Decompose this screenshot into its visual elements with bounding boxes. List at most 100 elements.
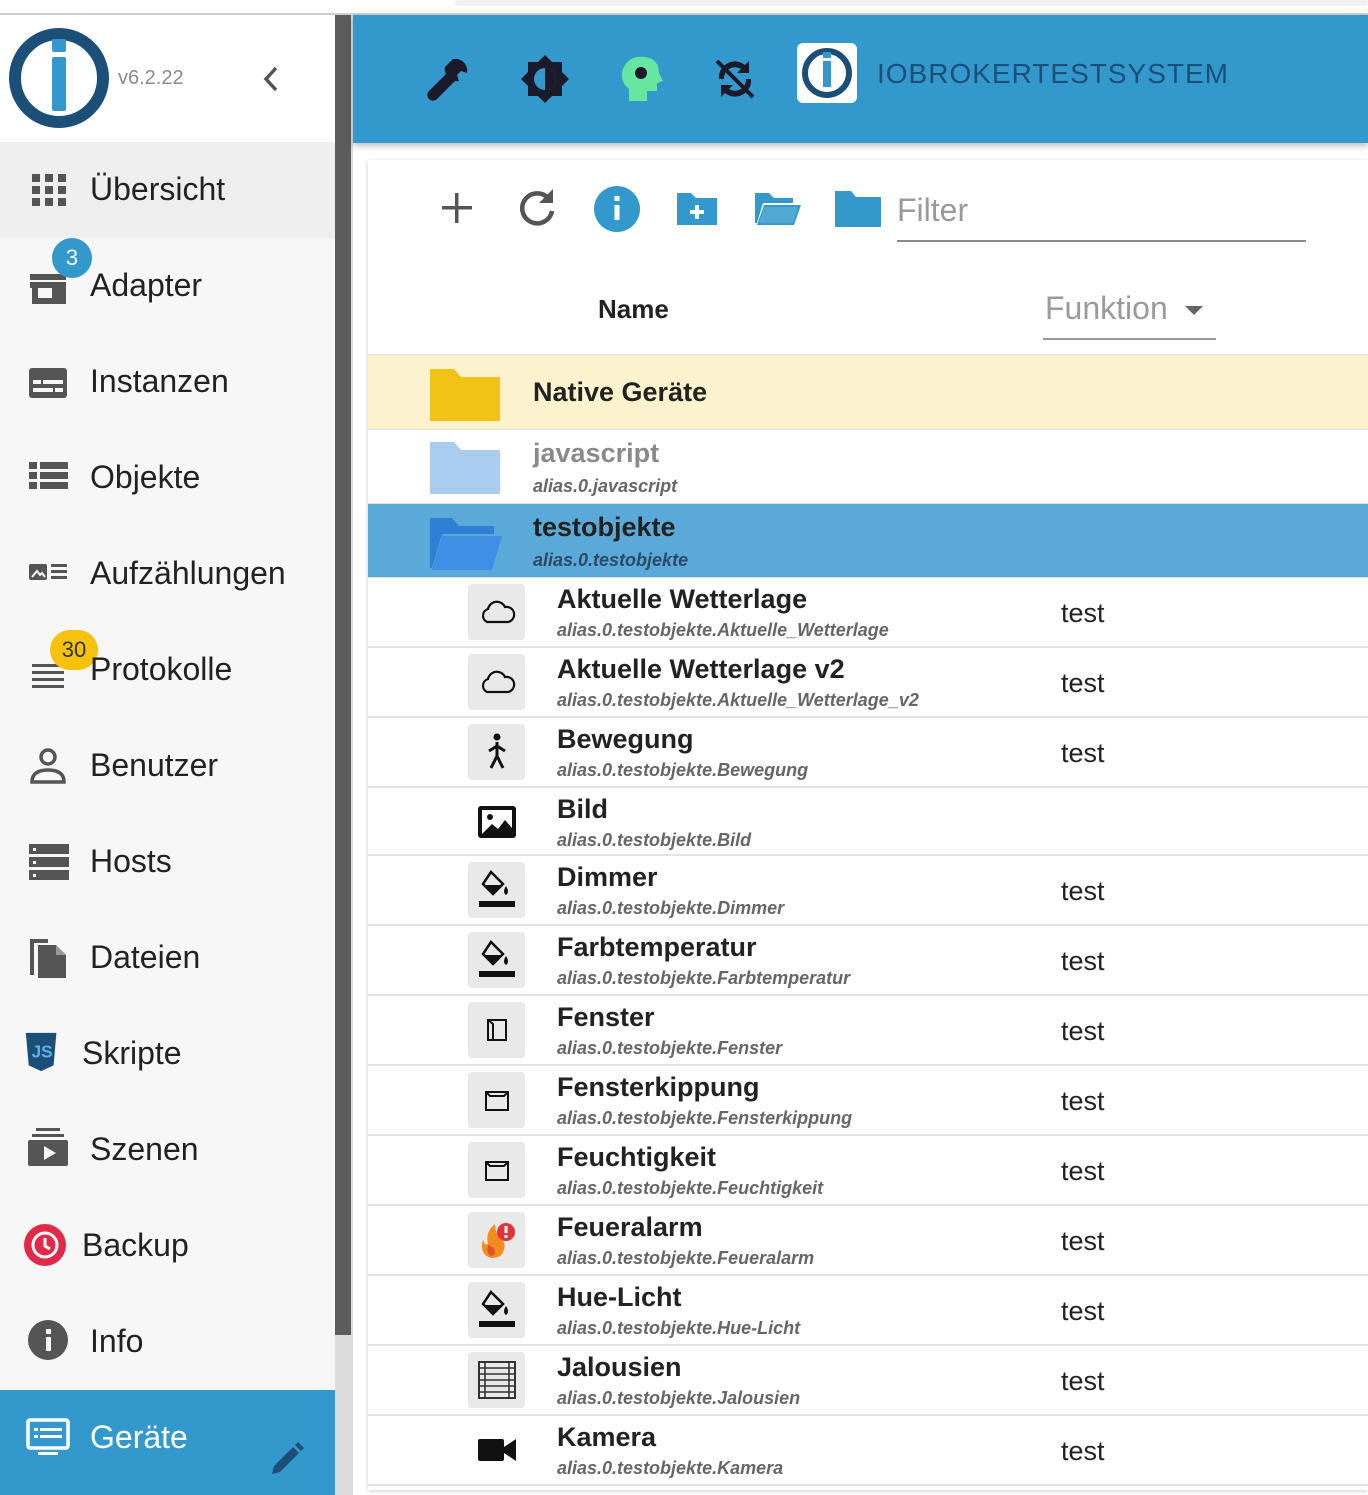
browser-top-strip: [0, 0, 1368, 15]
info-icon[interactable]: [591, 183, 643, 235]
folder-icon: [430, 442, 500, 494]
device-id: alias.0.testobjekte.Fensterkippung: [557, 1108, 853, 1128]
folder-icon[interactable]: [831, 183, 883, 235]
chevron-down-icon: [1185, 306, 1203, 315]
folder-id: alias.0.testobjekte: [533, 550, 689, 570]
theme-brightness-icon[interactable]: [519, 53, 571, 105]
device-row[interactable]: Hue-Licht alias.0.testobjekte.Hue-Licht …: [368, 1276, 1368, 1346]
sidebar-item-info[interactable]: Info: [0, 1294, 335, 1390]
window-tilt-icon: [485, 1161, 509, 1181]
folder-row-native[interactable]: Native Geräte: [368, 354, 1368, 430]
sidebar-item-instanzen[interactable]: Instanzen: [0, 334, 335, 430]
device-icon-box: [468, 1212, 525, 1268]
device-id: alias.0.testobjekte.Feuchtigkeit: [557, 1178, 824, 1198]
svg-text:JS: JS: [32, 1042, 53, 1062]
device-function: test: [1061, 598, 1105, 628]
device-icon-box: [468, 862, 525, 918]
sidebar-item-szenen[interactable]: Szenen: [0, 1102, 335, 1198]
function-select[interactable]: Funktion: [1043, 282, 1216, 340]
device-row[interactable]: Kamera alias.0.testobjekte.Kamera test: [368, 1416, 1368, 1486]
user-icon: [30, 748, 66, 784]
sync-disabled-icon[interactable]: [709, 53, 761, 105]
sidebar-item-geraete[interactable]: Geräte: [0, 1390, 335, 1495]
cloud-icon: [481, 670, 516, 694]
folder-open-icon: [430, 518, 502, 570]
folder-row-testobjekte[interactable]: testobjekte alias.0.testobjekte: [368, 504, 1368, 578]
device-row[interactable]: Dimmer alias.0.testobjekte.Dimmer test: [368, 856, 1368, 926]
devices-icon: [26, 1418, 70, 1455]
walking-person-icon: [488, 733, 506, 769]
sidebar-logo-row: v6.2.22: [0, 15, 335, 142]
scrollbar-thumb[interactable]: [335, 15, 351, 1335]
host-name: IOBROKERTESTSYSTEM: [877, 58, 1229, 89]
device-function: test: [1061, 1296, 1105, 1326]
sidebar-item-backup[interactable]: Backup: [0, 1198, 335, 1294]
device-function: test: [1061, 876, 1105, 906]
device-icon-box: [468, 584, 525, 640]
device-id: alias.0.testobjekte.Hue-Licht: [557, 1318, 801, 1338]
device-row[interactable]: Aktuelle Wetterlage v2 alias.0.testobjek…: [368, 648, 1368, 718]
device-name: Bild: [557, 794, 608, 824]
sidebar-item-dateien[interactable]: Dateien: [0, 910, 335, 1006]
folder-open-icon[interactable]: [751, 183, 803, 235]
sidebar-item-benutzer[interactable]: Benutzer: [0, 718, 335, 814]
folder-row-javascript[interactable]: javascript alias.0.javascript: [368, 430, 1368, 504]
iobroker-logo-icon: [802, 48, 852, 98]
window-tilt-icon: [485, 1091, 509, 1111]
sidebar-item-skripte[interactable]: JS Skripte: [0, 1006, 335, 1102]
device-id: alias.0.testobjekte.Bild: [557, 830, 752, 850]
wrench-icon[interactable]: [423, 53, 475, 105]
sidebar-item-label: Instanzen: [90, 363, 229, 399]
device-icon-box: [468, 1352, 525, 1408]
folder-add-icon[interactable]: [671, 183, 723, 235]
sidebar-item-label: Hosts: [90, 843, 172, 879]
device-row[interactable]: Aktuelle Wetterlage alias.0.testobjekte.…: [368, 578, 1368, 648]
sidebar-item-label: Dateien: [90, 939, 201, 975]
edit-pencil-icon[interactable]: [266, 1440, 306, 1480]
camera-icon: [478, 1439, 516, 1461]
horizontal-scrollbar[interactable]: [455, 0, 1368, 6]
filter-input[interactable]: [897, 184, 1306, 236]
device-icon-box: [468, 1422, 525, 1478]
device-id: alias.0.testobjekte.Aktuelle_Wetterlage: [557, 620, 889, 640]
column-header-name[interactable]: Name: [598, 294, 669, 325]
window-icon: [487, 1019, 507, 1041]
paint-bucket-icon: [479, 1290, 515, 1327]
sidebar-item-hosts[interactable]: Hosts: [0, 814, 335, 910]
device-name: Hue-Licht: [557, 1282, 682, 1312]
device-row[interactable]: Fenster alias.0.testobjekte.Fenster test: [368, 996, 1368, 1066]
device-row[interactable]: Feueralarm alias.0.testobjekte.Feueralar…: [368, 1206, 1368, 1276]
sidebar-item-protokolle[interactable]: 30 Protokolle: [0, 622, 335, 718]
device-name: Aktuelle Wetterlage: [557, 584, 808, 614]
cloud-icon: [481, 600, 516, 624]
device-name: Aktuelle Wetterlage v2: [557, 654, 845, 684]
expert-mode-head-icon[interactable]: [615, 53, 667, 105]
sidebar-item-label: Szenen: [90, 1131, 199, 1167]
sidebar-item-aufzaehlungen[interactable]: Aufzählungen: [0, 526, 335, 622]
sidebar-item-uebersicht[interactable]: Übersicht: [0, 142, 335, 238]
sidebar-item-label: Info: [90, 1323, 144, 1359]
enum-icon: [29, 564, 67, 580]
chevron-left-icon[interactable]: [258, 63, 284, 95]
device-row[interactable]: Jalousien alias.0.testobjekte.Jalousien …: [368, 1346, 1368, 1416]
device-name: Farbtemperatur: [557, 932, 757, 962]
sidebar-item-label: Skripte: [82, 1035, 182, 1071]
sidebar-item-adapter[interactable]: 3 Adapter: [0, 238, 335, 334]
paint-bucket-icon: [479, 940, 515, 977]
device-icon-box: [468, 932, 525, 988]
device-name: Kamera: [557, 1422, 657, 1452]
device-row[interactable]: Fensterkippung alias.0.testobjekte.Fenst…: [368, 1066, 1368, 1136]
filter-field[interactable]: [897, 184, 1306, 242]
sidebar-item-label: Benutzer: [90, 747, 219, 783]
device-row[interactable]: Bild alias.0.testobjekte.Bild: [368, 788, 1368, 856]
refresh-icon[interactable]: [511, 183, 563, 235]
device-row[interactable]: Bewegung alias.0.testobjekte.Bewegung te…: [368, 718, 1368, 788]
device-row[interactable]: Feuchtigkeit alias.0.testobjekte.Feuchti…: [368, 1136, 1368, 1206]
iobroker-logo-icon: [9, 28, 109, 128]
sidebar-scrollbar[interactable]: [335, 15, 353, 1495]
sidebar-item-objekte[interactable]: Objekte: [0, 430, 335, 526]
add-icon[interactable]: [431, 183, 483, 235]
device-name: Dimmer: [557, 862, 658, 892]
device-row[interactable]: Farbtemperatur alias.0.testobjekte.Farbt…: [368, 926, 1368, 996]
device-function: test: [1061, 738, 1105, 768]
